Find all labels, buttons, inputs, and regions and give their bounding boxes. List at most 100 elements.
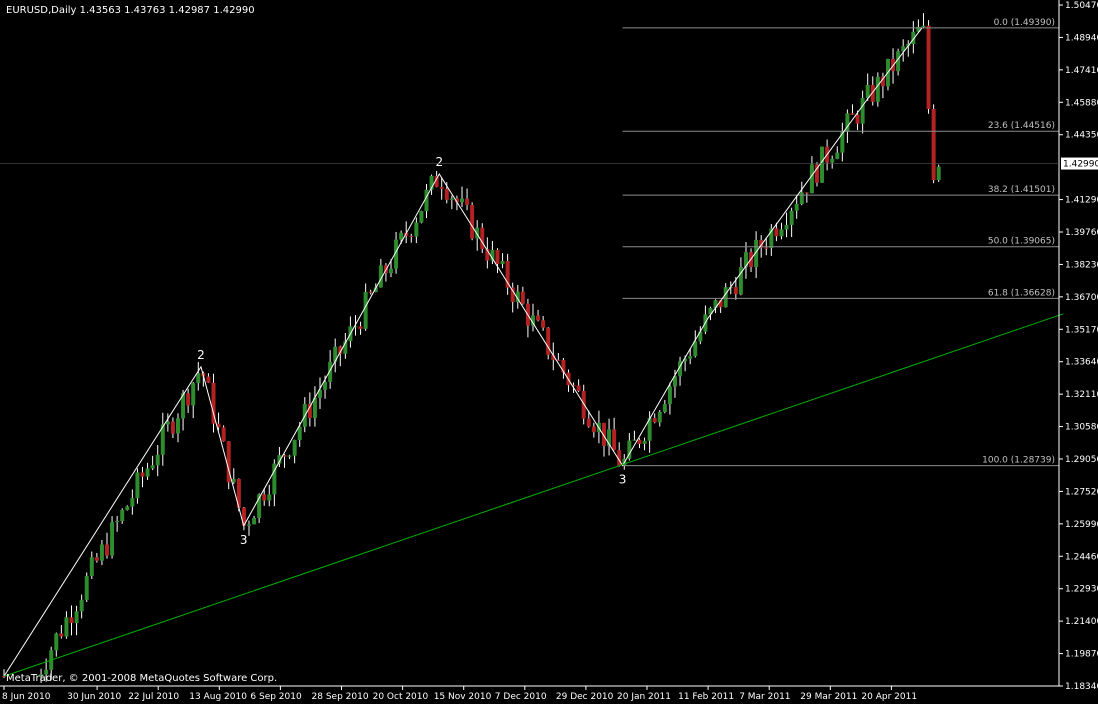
candle-body bbox=[804, 192, 809, 194]
candle-body bbox=[830, 158, 835, 163]
y-tick-label: 1.44350 bbox=[1065, 131, 1098, 141]
candle-body bbox=[175, 418, 180, 434]
wave-label: 3 bbox=[619, 473, 627, 487]
candle-body bbox=[936, 166, 941, 181]
x-tick-label: 29 Dec 2010 bbox=[556, 692, 614, 702]
candle-body bbox=[500, 260, 505, 265]
candle-body bbox=[252, 517, 257, 525]
fib-level-label: 61.8 (1.36628) bbox=[988, 288, 1055, 298]
candle-body bbox=[809, 164, 814, 194]
y-tick-label: 1.45880 bbox=[1065, 98, 1098, 108]
y-tick-label: 1.48940 bbox=[1065, 33, 1098, 43]
candle-body bbox=[764, 247, 769, 249]
candle-body bbox=[206, 376, 211, 383]
candle-body bbox=[541, 320, 546, 328]
candle-body bbox=[110, 522, 115, 556]
symbol-header: EURUSD,Daily 1.43563 1.43763 1.42987 1.4… bbox=[6, 5, 255, 16]
candle-body bbox=[657, 411, 662, 423]
wave-label: 2 bbox=[435, 155, 443, 169]
y-tick-label: 1.29050 bbox=[1065, 455, 1098, 465]
x-tick-label: 7 Dec 2010 bbox=[495, 692, 547, 702]
y-tick-label: 1.24460 bbox=[1065, 552, 1098, 562]
candle-body bbox=[104, 544, 109, 556]
candle-body bbox=[662, 404, 667, 412]
candle-body bbox=[794, 204, 799, 211]
x-tick-label: 29 Mar 2011 bbox=[800, 692, 857, 702]
candle-body bbox=[64, 617, 69, 637]
y-tick-label: 1.36700 bbox=[1065, 293, 1098, 303]
y-tick-label: 1.35170 bbox=[1065, 325, 1098, 335]
candle-body bbox=[520, 291, 525, 304]
candle-body bbox=[140, 472, 145, 477]
y-tick-label: 1.18340 bbox=[1065, 682, 1098, 692]
candle-body bbox=[130, 498, 135, 507]
candle-body bbox=[84, 576, 89, 600]
candle-body bbox=[54, 633, 59, 651]
candle-body bbox=[165, 421, 170, 425]
candle-body bbox=[287, 455, 292, 457]
y-tick-label: 1.22930 bbox=[1065, 585, 1098, 595]
candle-body bbox=[480, 227, 485, 250]
candle-body bbox=[358, 326, 363, 329]
candle-body bbox=[586, 418, 591, 427]
candle-body bbox=[115, 520, 120, 523]
x-tick-label: 30 Jun 2010 bbox=[67, 692, 121, 702]
y-tick-label: 1.21400 bbox=[1065, 617, 1098, 627]
candle-body bbox=[414, 222, 419, 237]
candle-body bbox=[59, 633, 64, 637]
candle-body bbox=[125, 506, 130, 510]
x-tick-label: 22 Jul 2010 bbox=[128, 692, 179, 702]
candle-body bbox=[79, 599, 84, 612]
candle-body bbox=[470, 204, 475, 239]
candle-body bbox=[779, 229, 784, 237]
candle-body bbox=[439, 186, 444, 189]
wave-label: 2 bbox=[197, 348, 205, 362]
candle-body bbox=[69, 617, 74, 624]
candle-body bbox=[444, 188, 449, 200]
candle-body bbox=[399, 232, 404, 240]
wave-label: 3 bbox=[240, 533, 248, 547]
candle-body bbox=[99, 544, 104, 561]
candle-body bbox=[612, 429, 617, 451]
y-tick-label: 1.41290 bbox=[1065, 196, 1098, 206]
candle-body bbox=[510, 287, 515, 302]
candle-body bbox=[581, 390, 586, 419]
y-tick-label: 1.25990 bbox=[1065, 520, 1098, 530]
x-tick-label: 13 Aug 2010 bbox=[189, 692, 247, 702]
candle-body bbox=[120, 509, 125, 521]
y-tick-label: 1.27520 bbox=[1065, 487, 1098, 497]
candle-body bbox=[576, 385, 581, 391]
price-chart[interactable]: 0.0 (1.49390) 23.6 (1.44516) 38.2 (1.41501… bbox=[0, 0, 1098, 704]
candle-body bbox=[733, 286, 738, 295]
x-tick-label: 15 Nov 2010 bbox=[434, 692, 492, 702]
x-tick-label: 20 Jan 2011 bbox=[617, 692, 671, 702]
x-tick-label: 20 Oct 2010 bbox=[373, 692, 429, 702]
candle-body bbox=[89, 557, 94, 577]
candle-body bbox=[459, 198, 464, 203]
y-tick-label: 1.39760 bbox=[1065, 228, 1098, 238]
candle-body bbox=[835, 152, 840, 159]
candle-body bbox=[875, 76, 880, 102]
candle-body bbox=[135, 472, 140, 499]
candle-body bbox=[642, 440, 647, 444]
candle-body bbox=[323, 381, 328, 390]
candle-body bbox=[74, 611, 79, 624]
candle-body bbox=[860, 98, 865, 124]
candle-body bbox=[855, 114, 860, 124]
candle-body bbox=[495, 249, 500, 265]
candle-body bbox=[723, 287, 728, 308]
candle-body bbox=[262, 494, 267, 501]
candle-body bbox=[196, 373, 201, 384]
y-tick-label: 1.38230 bbox=[1065, 260, 1098, 270]
fib-level-label: 38.2 (1.41501) bbox=[988, 185, 1055, 195]
candle-body bbox=[931, 108, 936, 181]
candle-body bbox=[637, 439, 642, 444]
candle-body bbox=[388, 268, 393, 274]
candle-body bbox=[850, 113, 855, 115]
candle-body bbox=[449, 198, 454, 200]
current-price-label: 1.42990 bbox=[1063, 160, 1098, 170]
x-tick-label: 6 Sep 2010 bbox=[250, 692, 302, 702]
candle-body bbox=[409, 235, 414, 237]
y-tick-label: 1.32110 bbox=[1065, 390, 1098, 400]
candle-body bbox=[297, 426, 302, 440]
